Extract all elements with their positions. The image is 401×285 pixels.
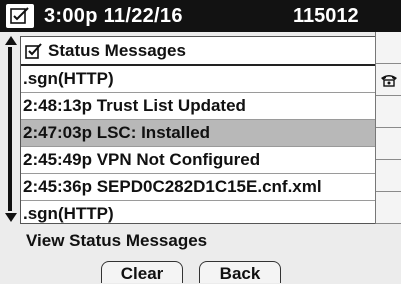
- line-key-6[interactable]: [376, 192, 401, 224]
- scroll-track[interactable]: [8, 47, 12, 211]
- list-item[interactable]: .sgn(HTTP): [21, 201, 376, 223]
- phone-handset-icon: [381, 74, 397, 87]
- phone-screen: 3:00p 11/22/16 115012 Status Messages .s…: [0, 0, 401, 284]
- status-messages-panel: Status Messages .sgn(HTTP) 2:48:13p Trust…: [20, 36, 376, 224]
- list-item[interactable]: .sgn(HTTP): [21, 66, 376, 93]
- status-bar: 3:00p 11/22/16 115012: [0, 0, 401, 32]
- scroll-down-arrow-icon[interactable]: [5, 213, 17, 222]
- status-messages-icon: [25, 42, 42, 59]
- list-item[interactable]: 2:48:13p Trust List Updated: [21, 93, 376, 120]
- panel-header: Status Messages: [21, 37, 376, 66]
- line-key-5[interactable]: [376, 160, 401, 192]
- list-item[interactable]: 2:47:03p LSC: Installed: [21, 120, 376, 147]
- line-key-3[interactable]: [376, 96, 401, 128]
- panel-title: Status Messages: [48, 40, 186, 60]
- softkey-bar: Clear Back: [0, 259, 401, 284]
- line-key-1[interactable]: [376, 32, 401, 64]
- list-item[interactable]: 2:45:49p VPN Not Configured: [21, 147, 376, 174]
- message-list: .sgn(HTTP) 2:48:13p Trust List Updated 2:4…: [21, 66, 376, 223]
- line-key-column: [375, 32, 401, 224]
- scrollbar[interactable]: [4, 36, 18, 222]
- extension-number: 115012: [293, 5, 359, 27]
- back-button[interactable]: Back: [199, 261, 281, 283]
- clear-button[interactable]: Clear: [101, 261, 183, 283]
- date-time: 3:00p 11/22/16: [44, 5, 183, 27]
- line-key-2[interactable]: [376, 64, 401, 96]
- phone-status-icon: [6, 4, 34, 28]
- line-key-4[interactable]: [376, 128, 401, 160]
- list-item[interactable]: 2:45:36p SEPD0C282D1C15E.cnf.xml: [21, 174, 376, 201]
- scroll-up-arrow-icon[interactable]: [5, 36, 17, 45]
- prompt-text: View Status Messages: [26, 231, 208, 250]
